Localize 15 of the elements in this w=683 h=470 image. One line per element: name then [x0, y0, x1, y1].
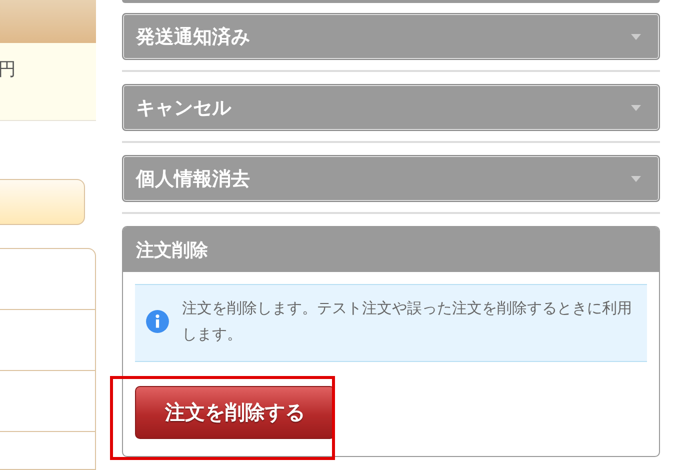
delete-button[interactable]: 注文を削除する — [135, 386, 335, 439]
info-message: 注文を削除します。テスト注文や誤った注文を削除するときに利用します。 — [182, 298, 633, 345]
caret-icon — [631, 34, 641, 40]
accordion-header[interactable]: 個人情報消去 — [122, 155, 660, 202]
accordion-header[interactable]: 発送通知済み — [122, 13, 660, 60]
accordion-header[interactable]: 注文削除 — [123, 227, 659, 272]
section-title: 個人情報消去 — [136, 166, 250, 192]
caret-icon — [631, 176, 641, 182]
section-title: キャンセル — [136, 96, 231, 120]
currency-unit: 円 — [0, 58, 16, 81]
info-icon — [145, 308, 170, 334]
accordion-header[interactable]: キャンセル — [122, 84, 660, 131]
caret-icon — [631, 104, 641, 110]
section-title: 注文削除 — [136, 238, 208, 262]
section-title: 発送通知済み — [136, 24, 250, 50]
